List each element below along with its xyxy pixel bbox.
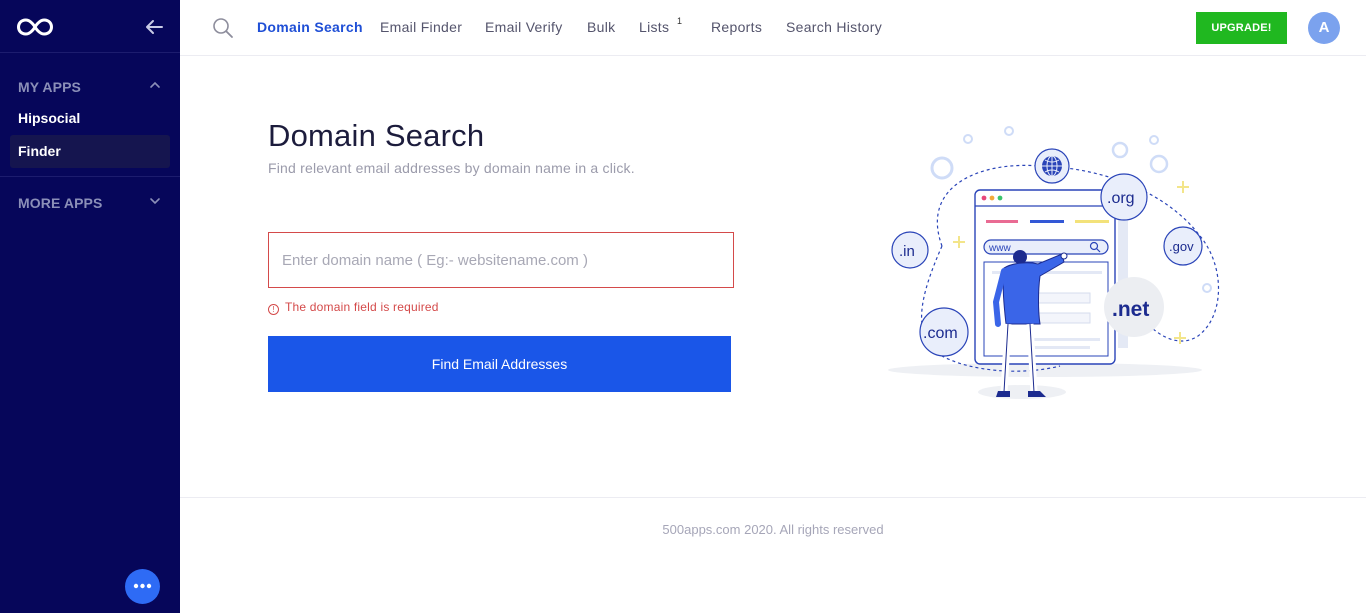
- sidebar-item-finder[interactable]: Finder: [10, 135, 170, 168]
- tld-net: .net: [1112, 298, 1149, 321]
- tld-in: .in: [899, 243, 915, 260]
- nav-email-finder[interactable]: Email Finder: [380, 19, 462, 35]
- find-email-addresses-button[interactable]: Find Email Addresses: [268, 336, 731, 392]
- nav-lists[interactable]: Lists: [639, 19, 669, 35]
- nav-bulk[interactable]: Bulk: [587, 19, 615, 35]
- more-apps-section[interactable]: MORE APPS: [0, 184, 180, 218]
- nav-domain-search[interactable]: Domain Search: [257, 19, 363, 35]
- nav-email-verify[interactable]: Email Verify: [485, 19, 563, 35]
- domain-error-message: ! The domain field is required: [268, 300, 439, 315]
- sidebar: MY APPS Hipsocial Finder MORE APPS: [0, 0, 180, 613]
- main-content: Domain Search Find relevant email addres…: [180, 56, 1366, 497]
- tld-org: .org: [1107, 190, 1135, 207]
- more-apps-label: MORE APPS: [18, 195, 103, 211]
- chevron-down-icon[interactable]: [148, 194, 162, 208]
- page-title: Domain Search: [268, 118, 485, 153]
- sidebar-header: [0, 0, 180, 53]
- url-bar-text: www: [988, 243, 1011, 254]
- sidebar-item-label: Finder: [18, 143, 61, 159]
- nav-reports[interactable]: Reports: [711, 19, 762, 35]
- sidebar-item-label: Hipsocial: [18, 110, 81, 126]
- nav-search-history[interactable]: Search History: [786, 19, 882, 35]
- copyright-text: 500apps.com 2020. All rights reserved: [662, 522, 884, 537]
- sidebar-item-hipsocial[interactable]: Hipsocial: [10, 102, 170, 135]
- infinity-logo[interactable]: [17, 17, 53, 37]
- top-navigation: Domain Search Email Finder Email Verify …: [180, 0, 1366, 56]
- search-icon[interactable]: [212, 17, 234, 39]
- app-root: MY APPS Hipsocial Finder MORE APPS Domai…: [0, 0, 1366, 613]
- tld-com: .com: [923, 325, 958, 342]
- domain-search-illustration: www .net .org .in .gov .com: [888, 126, 1220, 399]
- error-text: The domain field is required: [285, 300, 439, 314]
- my-apps-label: MY APPS: [18, 79, 81, 95]
- error-icon: !: [268, 304, 279, 315]
- upgrade-button[interactable]: UPGRADE!: [1196, 12, 1287, 44]
- chevron-up-icon[interactable]: [148, 78, 162, 92]
- arrow-left-icon[interactable]: [142, 15, 166, 39]
- page-subtitle: Find relevant email addresses by domain …: [268, 160, 635, 176]
- domain-input[interactable]: [268, 232, 734, 288]
- footer: 500apps.com 2020. All rights reserved: [180, 497, 1366, 613]
- tld-gov: .gov: [1169, 239, 1194, 254]
- my-apps-section[interactable]: MY APPS: [0, 68, 180, 102]
- avatar[interactable]: A: [1308, 12, 1340, 44]
- more-dots-icon: [133, 583, 152, 589]
- lists-count-badge: 1: [677, 16, 683, 26]
- more-options-button[interactable]: [125, 569, 160, 604]
